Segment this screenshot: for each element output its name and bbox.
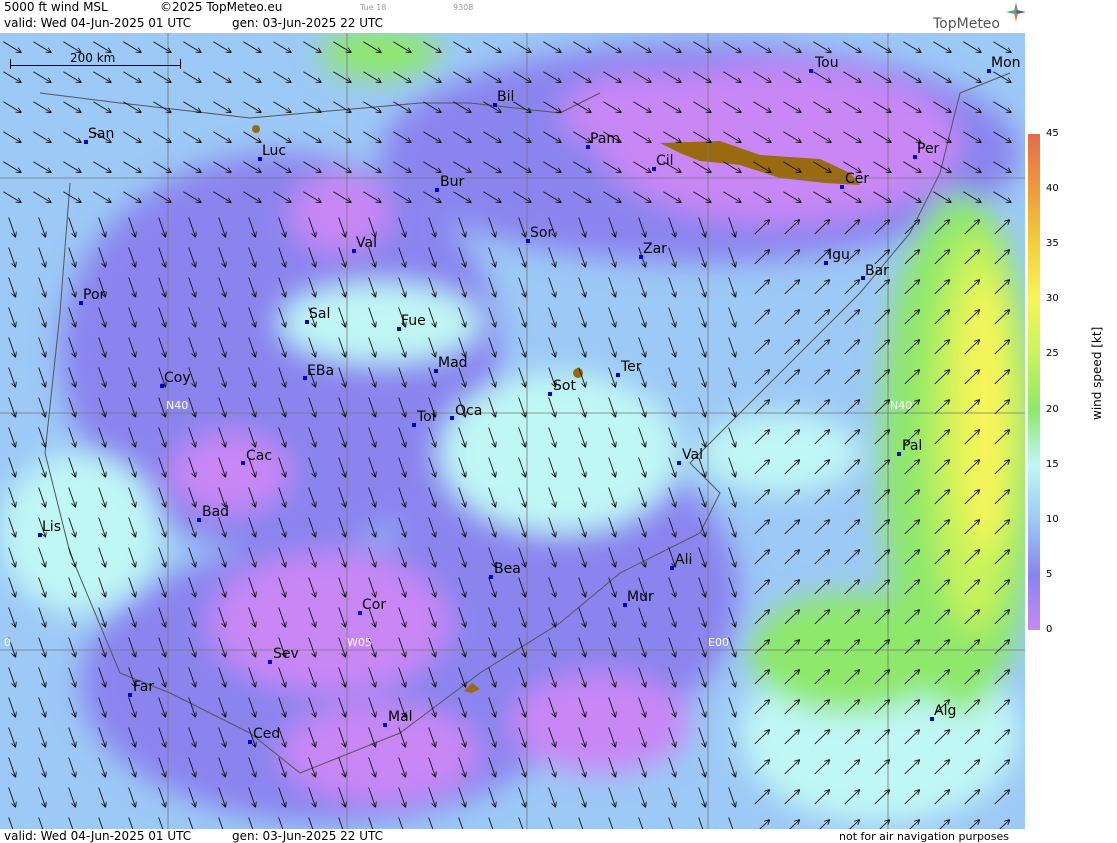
- city-label[interactable]: Bea: [494, 561, 521, 577]
- day-tab: Tue 18: [360, 3, 387, 12]
- city-marker: [197, 518, 201, 522]
- grid-label-w05: W05: [347, 636, 372, 649]
- city-label[interactable]: Far: [133, 679, 154, 695]
- city-label[interactable]: Mad: [438, 355, 468, 371]
- city-marker: [616, 373, 620, 377]
- city-label[interactable]: Bad: [202, 504, 229, 520]
- city-label[interactable]: Pal: [902, 438, 922, 454]
- city-marker: [241, 461, 245, 465]
- copyright-text: ©2025 TopMeteo.eu: [160, 0, 283, 14]
- map-header: 5000 ft wind MSL ©2025 TopMeteo.eu Tue 1…: [0, 0, 1025, 33]
- city-marker: [489, 575, 493, 579]
- city-marker: [809, 69, 813, 73]
- city-label[interactable]: Zar: [643, 241, 667, 257]
- city-label[interactable]: Mal: [388, 709, 413, 725]
- city-label[interactable]: Cor: [362, 597, 386, 613]
- map-footer: valid: Wed 04-Jun-2025 01 UTC gen: 03-Ju…: [0, 829, 1025, 843]
- city-marker: [677, 461, 681, 465]
- legend-tick-label: 15: [1046, 458, 1059, 470]
- city-label[interactable]: Bil: [497, 89, 514, 105]
- city-marker: [435, 188, 439, 192]
- city-label[interactable]: Per: [917, 141, 939, 157]
- city-marker: [840, 185, 844, 189]
- legend-tick-label: 35: [1046, 238, 1059, 250]
- wind-field: [0, 33, 1025, 829]
- disclaimer-text: not for air navigation purposes: [839, 830, 1009, 843]
- brand-text: TopMeteo: [933, 16, 1000, 32]
- city-label[interactable]: Oca: [455, 403, 482, 419]
- product-title: 5000 ft wind MSL: [4, 0, 108, 14]
- city-label[interactable]: Cer: [845, 171, 869, 187]
- city-label[interactable]: Cac: [246, 448, 272, 464]
- grid-label-w10: 0: [4, 636, 11, 649]
- legend-title: wind speed [kt]: [1090, 326, 1104, 420]
- legend-tick-label: 45: [1046, 128, 1059, 139]
- legend-tick-label: 0: [1046, 624, 1053, 635]
- city-label[interactable]: Bur: [440, 174, 464, 190]
- city-marker: [670, 566, 674, 570]
- code-text: 9308: [453, 3, 474, 12]
- city-label[interactable]: Luc: [262, 143, 286, 159]
- city-label[interactable]: Bar: [865, 263, 889, 279]
- city-label[interactable]: Sal: [309, 306, 330, 322]
- city-marker: [268, 660, 272, 664]
- city-label[interactable]: Lis: [42, 519, 61, 535]
- city-label[interactable]: Alg: [934, 703, 956, 719]
- city-label[interactable]: Tol: [417, 409, 436, 425]
- city-label[interactable]: Sor: [530, 225, 553, 241]
- scale-bar: 200 km: [10, 51, 182, 69]
- city-marker: [897, 452, 901, 456]
- legend-colorbar: [1028, 134, 1040, 630]
- city-label[interactable]: Ced: [253, 726, 280, 742]
- city-label[interactable]: Ter: [621, 359, 642, 375]
- valid-time: valid: Wed 04-Jun-2025 01 UTC: [4, 16, 192, 30]
- city-label[interactable]: Val: [356, 235, 377, 251]
- wind-map[interactable]: 200 km N40 N40 W05 E00 0 Tou Mon Bil San…: [0, 33, 1025, 829]
- legend-tick-label: 20: [1046, 403, 1059, 415]
- grid-label-n40-left: N40: [166, 399, 189, 412]
- city-label[interactable]: Por: [83, 287, 105, 303]
- grid-label-n40-right: N40: [890, 399, 913, 412]
- city-label[interactable]: Cil: [656, 153, 674, 169]
- city-label[interactable]: Val: [682, 447, 703, 463]
- legend-tick-label: 5: [1046, 568, 1053, 580]
- grid-label-e00: E00: [708, 636, 729, 649]
- legend-tick-label: 25: [1046, 348, 1059, 360]
- city-label[interactable]: Pam: [590, 131, 620, 147]
- city-label[interactable]: EBa: [307, 363, 334, 379]
- city-label[interactable]: Fue: [401, 313, 426, 329]
- city-marker: [383, 723, 387, 727]
- city-marker: [248, 740, 252, 744]
- city-label[interactable]: Igu: [828, 247, 850, 263]
- city-label[interactable]: Sot: [553, 378, 576, 394]
- city-label[interactable]: Sev: [273, 646, 299, 662]
- legend-tick-label: 10: [1046, 513, 1059, 525]
- generated-time: gen: 03-Jun-2025 22 UTC: [232, 16, 384, 30]
- city-label[interactable]: Mur: [627, 589, 654, 605]
- city-marker: [450, 416, 454, 420]
- city-marker: [128, 693, 132, 697]
- footer-valid-time: valid: Wed 04-Jun-2025 01 UTC: [4, 829, 192, 843]
- city-label[interactable]: San: [88, 126, 114, 142]
- city-label[interactable]: Tou: [815, 55, 839, 71]
- compass-logo-icon: [1006, 2, 1026, 22]
- city-marker: [412, 423, 416, 427]
- scale-bar-label: 200 km: [70, 51, 116, 65]
- legend-tick-label: 40: [1046, 183, 1059, 195]
- legend-tick-label: 30: [1046, 293, 1059, 305]
- city-label[interactable]: Mon: [991, 55, 1021, 71]
- footer-generated-time: gen: 03-Jun-2025 22 UTC: [232, 829, 384, 843]
- city-label[interactable]: Coy: [164, 370, 191, 386]
- topmeteo-logo: TopMeteo: [933, 16, 1000, 32]
- city-label[interactable]: Ali: [675, 552, 692, 568]
- city-marker: [548, 392, 552, 396]
